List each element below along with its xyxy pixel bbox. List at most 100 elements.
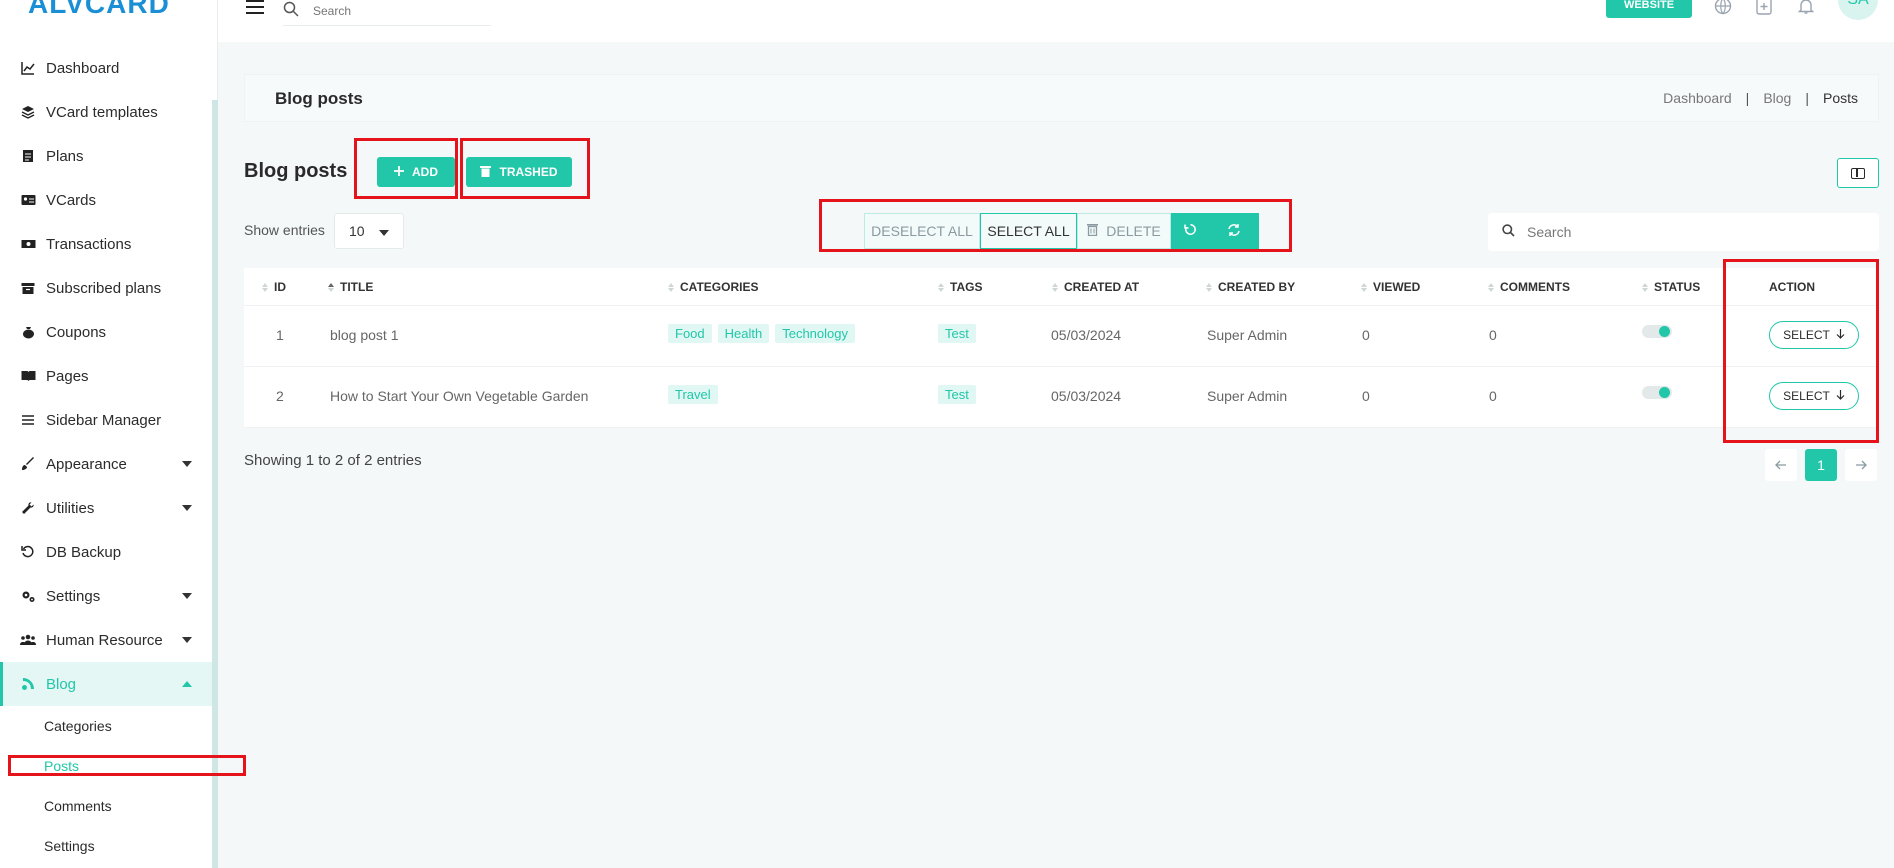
next-page-button[interactable] bbox=[1845, 449, 1877, 481]
table-search-input[interactable] bbox=[1527, 224, 1847, 240]
sidebar-subitem-posts[interactable]: Posts bbox=[0, 746, 212, 786]
rotate-icon bbox=[1183, 223, 1197, 239]
column-header-label: TITLE bbox=[340, 280, 374, 294]
chevron-up-icon bbox=[182, 681, 192, 687]
chevron-down-icon bbox=[182, 593, 192, 599]
cell-categories: Travel bbox=[668, 385, 724, 404]
refresh-button[interactable] bbox=[1209, 213, 1259, 249]
sidebar-item-label: VCards bbox=[46, 191, 97, 209]
website-button[interactable]: WEBSITE bbox=[1606, 0, 1692, 18]
row-action-select-button[interactable]: SELECT bbox=[1769, 321, 1859, 349]
table-row: 1 blog post 1 Food Health Technology Test … bbox=[244, 306, 1879, 367]
sort-icon bbox=[262, 282, 268, 292]
column-header-created-by[interactable]: CREATED BY bbox=[1206, 280, 1295, 294]
sidebar-nav: Dashboard VCard templates Plans VCards T… bbox=[0, 46, 212, 866]
globe-icon[interactable] bbox=[1713, 0, 1733, 16]
cell-created-at: 05/03/2024 bbox=[1051, 388, 1122, 404]
cell-id: 1 bbox=[276, 327, 284, 343]
cell-comments: 0 bbox=[1489, 327, 1497, 343]
sidebar-item-plans[interactable]: Plans bbox=[0, 134, 212, 178]
layers-icon bbox=[20, 104, 36, 120]
money-icon bbox=[20, 236, 36, 252]
breadcrumb-dashboard[interactable]: Dashboard bbox=[1663, 90, 1732, 106]
column-header-id[interactable]: ID bbox=[262, 280, 286, 294]
sidebar-scrollbar[interactable] bbox=[212, 100, 218, 868]
select-button-label: SELECT bbox=[1783, 328, 1830, 342]
reload-button[interactable] bbox=[1171, 213, 1209, 249]
toggle-knob bbox=[1659, 387, 1670, 398]
select-all-button[interactable]: SELECT ALL bbox=[980, 213, 1077, 249]
row-action-select-button[interactable]: SELECT bbox=[1769, 382, 1859, 410]
wrench-icon bbox=[20, 500, 36, 516]
column-header-viewed[interactable]: VIEWED bbox=[1361, 280, 1420, 294]
column-header-label: CATEGORIES bbox=[680, 280, 759, 294]
sidebar-subitem-categories[interactable]: Categories bbox=[0, 706, 212, 746]
column-header-label: CREATED AT bbox=[1064, 280, 1140, 294]
cell-title[interactable]: How to Start Your Own Vegetable Garden bbox=[330, 388, 588, 404]
deselect-all-button[interactable]: DESELECT ALL bbox=[864, 213, 980, 249]
sidebar-subitem-settings[interactable]: Settings bbox=[0, 826, 212, 866]
column-header-title[interactable]: TITLE bbox=[328, 280, 373, 294]
page-button-current[interactable]: 1 bbox=[1805, 449, 1837, 481]
entries-select[interactable]: 10 bbox=[334, 213, 404, 249]
column-header-action: ACTION bbox=[1769, 280, 1815, 294]
cell-tags: Test bbox=[938, 324, 982, 343]
page-header: Blog posts Dashboard | Blog | Posts bbox=[244, 74, 1879, 122]
category-badge: Travel bbox=[668, 385, 718, 404]
app-logo[interactable]: ALVCARD bbox=[28, 0, 170, 20]
sidebar-item-label: Transactions bbox=[46, 235, 132, 253]
cell-categories: Food Health Technology bbox=[668, 324, 861, 343]
sidebar-item-coupons[interactable]: Coupons bbox=[0, 310, 212, 354]
trash-icon bbox=[1087, 223, 1099, 239]
category-badge: Health bbox=[717, 324, 770, 343]
arrow-down-icon bbox=[1836, 328, 1845, 342]
sidebar-item-appearance[interactable]: Appearance bbox=[0, 442, 212, 486]
bag-icon bbox=[20, 324, 36, 340]
column-toggle-button[interactable] bbox=[1837, 158, 1879, 188]
column-header-categories[interactable]: CATEGORIES bbox=[668, 280, 758, 294]
cell-viewed: 0 bbox=[1362, 388, 1370, 404]
sidebar-item-vcards[interactable]: VCards bbox=[0, 178, 212, 222]
column-header-created-at[interactable]: CREATED AT bbox=[1052, 280, 1139, 294]
sidebar-item-vcard-templates[interactable]: VCard templates bbox=[0, 90, 212, 134]
sidebar-item-transactions[interactable]: Transactions bbox=[0, 222, 212, 266]
trashed-button[interactable]: TRASHED bbox=[466, 157, 572, 187]
sidebar-item-human-resource[interactable]: Human Resource bbox=[0, 618, 212, 662]
sidebar-item-label: DB Backup bbox=[46, 543, 122, 561]
status-toggle[interactable] bbox=[1642, 325, 1672, 338]
delete-button[interactable]: DELETE bbox=[1077, 213, 1171, 249]
global-search-input[interactable] bbox=[313, 3, 473, 18]
sidebar-item-pages[interactable]: Pages bbox=[0, 354, 212, 398]
sort-icon bbox=[938, 282, 944, 292]
sidebar-item-blog[interactable]: Blog bbox=[0, 662, 212, 706]
sidebar-item-settings[interactable]: Settings bbox=[0, 574, 212, 618]
cell-title[interactable]: blog post 1 bbox=[330, 327, 399, 343]
id-card-icon bbox=[20, 192, 36, 208]
breadcrumb: Dashboard | Blog | Posts bbox=[1663, 90, 1858, 106]
menu-toggle-icon[interactable] bbox=[246, 0, 264, 14]
sidebar-item-label: Appearance bbox=[46, 455, 127, 473]
column-header-status[interactable]: STATUS bbox=[1642, 280, 1700, 294]
sidebar-item-label: Utilities bbox=[46, 499, 95, 517]
arrow-down-icon bbox=[1836, 389, 1845, 403]
sidebar-item-subscribed-plans[interactable]: Subscribed plans bbox=[0, 266, 212, 310]
column-header-comments[interactable]: COMMENTS bbox=[1488, 280, 1570, 294]
status-toggle[interactable] bbox=[1642, 386, 1672, 399]
breadcrumb-blog[interactable]: Blog bbox=[1763, 90, 1791, 106]
category-badge: Food bbox=[668, 324, 712, 343]
column-header-tags[interactable]: TAGS bbox=[938, 280, 982, 294]
add-square-icon[interactable] bbox=[1754, 0, 1774, 16]
sidebar-item-sidebar-manager[interactable]: Sidebar Manager bbox=[0, 398, 212, 442]
sidebar-item-label: Sidebar Manager bbox=[46, 411, 162, 429]
sidebar-item-label: VCard templates bbox=[46, 103, 158, 121]
add-button[interactable]: ADD bbox=[377, 157, 455, 187]
document-icon bbox=[20, 148, 36, 164]
sidebar-subitem-comments[interactable]: Comments bbox=[0, 786, 212, 826]
sidebar-item-db-backup[interactable]: DB Backup bbox=[0, 530, 212, 574]
sidebar-item-utilities[interactable]: Utilities bbox=[0, 486, 212, 530]
select-button-label: SELECT bbox=[1783, 389, 1830, 403]
prev-page-button[interactable] bbox=[1765, 449, 1797, 481]
sidebar-item-dashboard[interactable]: Dashboard bbox=[0, 46, 212, 90]
column-header-label: STATUS bbox=[1654, 280, 1701, 294]
bell-icon[interactable] bbox=[1796, 0, 1816, 16]
